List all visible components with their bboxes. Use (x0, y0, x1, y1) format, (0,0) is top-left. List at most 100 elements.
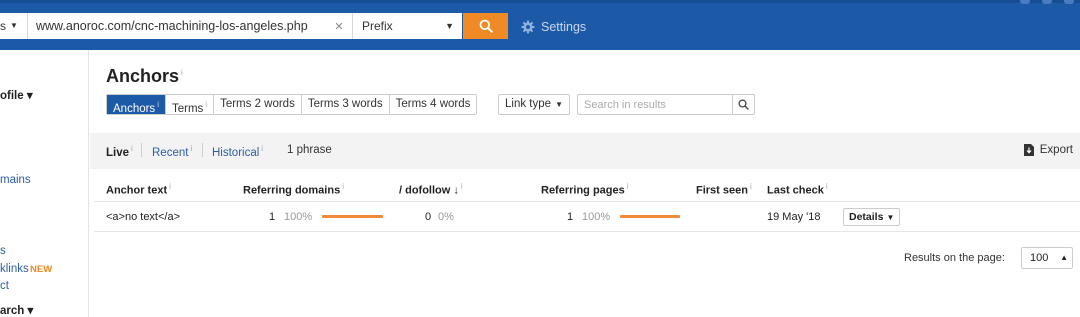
info-icon: i (342, 182, 344, 191)
sidebar-item-ct[interactable]: ct (0, 280, 9, 292)
info-icon: i (261, 144, 264, 153)
sidebar: ofile ▾ mains s klinks NEW ct arch ▾ (0, 50, 89, 317)
caret-up-icon: ▲ (1060, 253, 1068, 262)
anchor-text-cell: <a>no text</a> (106, 211, 181, 223)
filter-recent[interactable]: Recent i (152, 144, 192, 159)
filter-recent-label: Recent (152, 146, 189, 159)
filter-bar: Live i Recent i Historical i 1 phrase Expor… (90, 133, 1080, 169)
divider (141, 143, 142, 157)
caret-down-icon: ▼ (886, 213, 895, 222)
search-results-input[interactable] (578, 95, 732, 114)
referring-domains-percent: 100% (284, 211, 313, 223)
info-icon: i (190, 144, 193, 153)
prefix-select-value: Prefix (362, 19, 393, 33)
info-icon: i (460, 182, 463, 191)
tab-terms[interactable]: Terms i (165, 95, 215, 115)
details-button[interactable]: Details ▼ (843, 208, 901, 226)
search-icon (479, 19, 493, 33)
browser-edge-strip (0, 0, 1080, 3)
url-input[interactable] (28, 13, 352, 39)
search-button[interactable] (463, 13, 508, 39)
referring-domains-bar (322, 215, 383, 218)
gear-icon (521, 20, 535, 34)
new-badge: NEW (30, 264, 53, 275)
tab-terms-4-words[interactable]: Terms 4 words (389, 95, 477, 114)
column-referring-pages[interactable]: Referring pages i (541, 182, 629, 197)
main-content: Anchors i Anchors i Terms i Terms 2 words T… (90, 50, 1080, 317)
caret-down-icon: ▼ (445, 21, 454, 31)
tab-label: Anchors (113, 102, 156, 115)
divider (94, 231, 1080, 232)
anchor-tabs: Anchors i Terms i Terms 2 words Terms 3 wo… (106, 94, 478, 115)
results-per-page-value: 100 (1030, 252, 1049, 264)
column-label: Referring domains (243, 184, 341, 197)
last-check-date: 19 May '18 (767, 211, 821, 223)
export-icon (1023, 144, 1034, 156)
tab-terms-3-words[interactable]: Terms 3 words (301, 95, 390, 114)
column-label: / dofollow (399, 184, 451, 197)
top-bar: s ▼ × Prefix ▼ Settings (0, 0, 1080, 50)
tab-terms-2-words[interactable]: Terms 2 words (214, 95, 302, 114)
column-last-check[interactable]: Last check i (767, 182, 828, 197)
referring-pages-bar (620, 215, 680, 218)
export-label: Export (1039, 144, 1073, 156)
close-icon[interactable]: × (330, 13, 348, 39)
window-control-icon[interactable] (1064, 0, 1074, 4)
column-referring-domains[interactable]: Referring domains i (243, 182, 344, 197)
link-type-label: Link type (505, 98, 552, 110)
search-results-button[interactable] (732, 95, 754, 114)
info-icon: i (749, 182, 752, 191)
results-per-page-select[interactable]: 100 ▲ (1021, 247, 1073, 269)
results-per-page-label: Results on the page: (904, 252, 1005, 264)
mode-select[interactable]: s ▼ (0, 13, 28, 39)
referring-pages-percent: 100% (582, 211, 611, 223)
mode-select-label: s (0, 19, 6, 33)
referring-pages-count[interactable]: 1 (567, 211, 573, 223)
prefix-select[interactable]: Prefix ▼ (352, 13, 462, 39)
phrase-count: 1 phrase (287, 144, 332, 156)
info-icon: i (825, 182, 828, 191)
info-icon: i (131, 144, 133, 153)
divider (94, 201, 1080, 202)
export-button[interactable]: Export (1023, 144, 1073, 156)
link-type-dropdown[interactable]: Link type ▼ (498, 94, 570, 115)
sidebar-item-backlinks[interactable]: klinks (0, 263, 29, 275)
filter-historical-label: Historical (212, 146, 260, 159)
info-icon: i (157, 100, 159, 109)
window-control-icon[interactable] (1042, 0, 1052, 4)
sidebar-item-search[interactable]: arch ▾ (0, 303, 33, 317)
info-icon: i (205, 100, 208, 109)
tab-label: Terms (171, 102, 204, 115)
column-label: Last check (767, 184, 824, 197)
sidebar-item-s[interactable]: s (0, 245, 6, 257)
window-control-icon[interactable] (1020, 0, 1030, 4)
dofollow-percent: 0% (438, 211, 454, 223)
referring-domains-count[interactable]: 1 (269, 211, 275, 223)
sidebar-item-domains[interactable]: mains (0, 174, 31, 186)
divider (202, 143, 203, 157)
page-title: Anchors i (106, 66, 183, 87)
settings-label: Settings (541, 20, 587, 34)
tab-anchors[interactable]: Anchors i (107, 95, 166, 115)
caret-down-icon: ▼ (555, 100, 563, 109)
filter-historical[interactable]: Historical i (212, 144, 263, 159)
settings-link[interactable]: Settings (521, 18, 586, 36)
sidebar-item-profile[interactable]: ofile ▾ (0, 88, 33, 102)
filter-live-label: Live (106, 146, 130, 159)
column-label: Anchor text (106, 184, 168, 197)
info-icon[interactable]: i (181, 68, 183, 77)
info-icon: i (169, 182, 171, 191)
search-icon (738, 99, 749, 110)
info-icon: i (626, 182, 629, 191)
column-label: Referring pages (541, 184, 625, 197)
column-label: First seen (696, 184, 748, 197)
search-in-results (577, 94, 755, 115)
sort-arrow-icon: ↓ (453, 184, 459, 197)
column-dofollow[interactable]: / dofollow ↓ i (399, 182, 463, 197)
column-first-seen[interactable]: First seen i (696, 182, 752, 197)
window-controls (1020, 0, 1074, 5)
caret-down-icon: ▼ (10, 21, 18, 30)
dofollow-count: 0 (425, 211, 432, 223)
filter-live[interactable]: Live i (106, 144, 133, 159)
column-anchor-text[interactable]: Anchor text i (106, 182, 171, 197)
